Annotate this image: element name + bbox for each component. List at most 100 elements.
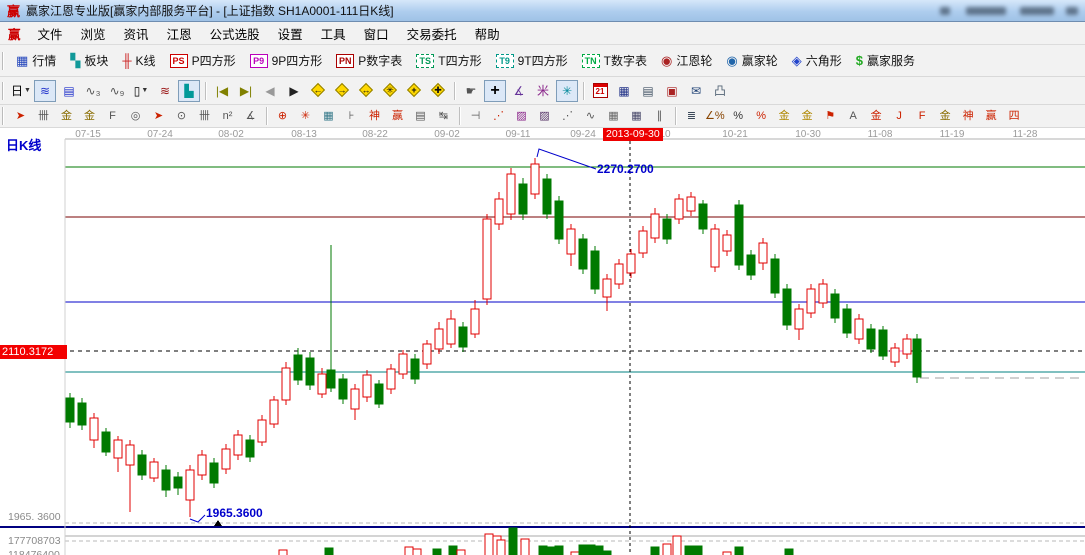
shen-icon[interactable]: 神 bbox=[364, 107, 385, 126]
n2-icon[interactable]: n² bbox=[217, 107, 238, 126]
ying-line-icon[interactable]: 赢 bbox=[981, 107, 1002, 126]
shen-line-icon[interactable]: 神 bbox=[958, 107, 979, 126]
gann-flower-icon[interactable]: 米 bbox=[532, 80, 554, 102]
gold-line2-icon[interactable]: 金 bbox=[935, 107, 956, 126]
kline-chart[interactable] bbox=[0, 128, 1085, 555]
menu-item-浏览[interactable]: 浏览 bbox=[72, 22, 115, 45]
percent-icon[interactable]: % bbox=[728, 107, 749, 126]
kline-button[interactable]: ╫K线 bbox=[115, 49, 162, 73]
compare-lines-icon[interactable]: ≋ bbox=[154, 80, 176, 102]
gann-fan-red-icon[interactable]: ⋰ bbox=[488, 107, 509, 126]
info-doc-icon[interactable]: ▤ bbox=[58, 80, 80, 102]
memo-icon[interactable]: ▤ bbox=[637, 80, 659, 102]
red-marker-icon[interactable]: ➤ bbox=[148, 107, 169, 126]
calculator-icon[interactable]: ▦ bbox=[613, 80, 635, 102]
compress-diamond-icon[interactable]: ✳ bbox=[379, 80, 401, 102]
save-icon[interactable]: ▣ bbox=[661, 80, 683, 102]
hexagon-button[interactable]: ◈六角形 bbox=[785, 49, 849, 73]
percent-angle-icon[interactable]: ∠% bbox=[704, 107, 726, 126]
menu-item-文件[interactable]: 文件 bbox=[29, 22, 72, 45]
si-line-icon[interactable]: 四 bbox=[1004, 107, 1025, 126]
menu-item-工具[interactable]: 工具 bbox=[312, 22, 355, 45]
winner-wheel-button[interactable]: ◉赢家轮 bbox=[719, 49, 784, 73]
print-icon[interactable]: 凸 bbox=[709, 80, 731, 102]
last-bar-icon[interactable]: ▶| bbox=[235, 80, 257, 102]
gold-ring-icon[interactable]: 金 bbox=[774, 107, 795, 126]
toolbar-grip[interactable] bbox=[2, 82, 4, 100]
star-web-icon[interactable]: ✳ bbox=[295, 107, 316, 126]
pulse-mark-icon[interactable]: ⊦ bbox=[341, 107, 362, 126]
span-arrow-icon[interactable]: ↹ bbox=[433, 107, 454, 126]
gold-grid2-icon[interactable]: 金 bbox=[79, 107, 100, 126]
j-line-icon[interactable]: J bbox=[889, 107, 910, 126]
gann-fan-purple-icon[interactable]: ▨ bbox=[511, 107, 532, 126]
gann-box2-icon[interactable]: ▦ bbox=[626, 107, 647, 126]
gold-level-icon[interactable]: 金 bbox=[797, 107, 818, 126]
t9-square-button[interactable]: T99T四方形 bbox=[489, 49, 575, 73]
p-number-button[interactable]: PNP数字表 bbox=[329, 49, 409, 73]
gold-red-icon[interactable]: 金 bbox=[866, 107, 887, 126]
draw-marker-icon[interactable]: ➤ bbox=[10, 107, 31, 126]
winner-service-button[interactable]: $赢家服务 bbox=[849, 49, 922, 73]
first-bar-icon[interactable]: |◀ bbox=[211, 80, 233, 102]
prev-bar-icon[interactable]: ◀ bbox=[259, 80, 281, 102]
target-cross-icon[interactable]: ⊕ bbox=[272, 107, 293, 126]
shrink-left-diamond-icon[interactable]: ← bbox=[307, 80, 329, 102]
calendar-icon[interactable]: 21 bbox=[589, 80, 611, 102]
chart-area[interactable]: 07-1507-2408-0208-1308-2209-0209-1109-24… bbox=[0, 128, 1085, 555]
hand-drag-icon[interactable]: ☛ bbox=[460, 80, 482, 102]
menu-item-设置[interactable]: 设置 bbox=[269, 22, 312, 45]
menu-item-公式选股[interactable]: 公式选股 bbox=[201, 22, 269, 45]
drop-grid-icon[interactable]: ⊣ bbox=[465, 107, 486, 126]
brain-icon[interactable]: ✳ bbox=[556, 80, 578, 102]
percent-red-icon[interactable]: % bbox=[751, 107, 772, 126]
period-day-dropdown[interactable]: 日▼ bbox=[10, 80, 32, 102]
f-grid-icon[interactable]: F bbox=[102, 107, 123, 126]
bars3-icon[interactable]: ∿₃ bbox=[82, 80, 104, 102]
f-line-icon[interactable]: F bbox=[912, 107, 933, 126]
gann-wheel-button[interactable]: ◉江恩轮 bbox=[654, 49, 719, 73]
next-bar-icon[interactable]: ▶ bbox=[283, 80, 305, 102]
toolbar-grip[interactable] bbox=[2, 107, 4, 125]
toolbar-grip[interactable] bbox=[2, 52, 4, 70]
volume-panel-icon[interactable]: ▙ bbox=[178, 80, 200, 102]
menu-item-江恩[interactable]: 江恩 bbox=[158, 22, 201, 45]
gann-box-icon[interactable]: ▦ bbox=[603, 107, 624, 126]
quotes-button[interactable]: ▦行情 bbox=[9, 49, 63, 73]
ruler-123-icon[interactable]: ▤ bbox=[410, 107, 431, 126]
expand-h-diamond-icon[interactable]: ↔ bbox=[355, 80, 377, 102]
parallel-icon[interactable]: ∥ bbox=[649, 107, 670, 126]
angle-tool-icon[interactable]: ∡ bbox=[240, 107, 261, 126]
time-circle-icon[interactable]: ⊙ bbox=[171, 107, 192, 126]
menu-item-窗口[interactable]: 窗口 bbox=[355, 22, 398, 45]
menu-item-帮助[interactable]: 帮助 bbox=[466, 22, 509, 45]
expand-plus-diamond-icon[interactable]: + bbox=[403, 80, 425, 102]
comb2-icon[interactable]: 卌 bbox=[194, 107, 215, 126]
t-square-button[interactable]: TST四方形 bbox=[409, 49, 488, 73]
expand-all-diamond-icon[interactable]: ✚ bbox=[427, 80, 449, 102]
t-number-button[interactable]: TNT数字表 bbox=[575, 49, 654, 73]
timeshare-icon[interactable]: ≋ bbox=[34, 80, 56, 102]
angle-measure-icon[interactable]: ∡ bbox=[508, 80, 530, 102]
trend-fan-icon[interactable]: ⋰ bbox=[557, 107, 578, 126]
shrink-right-diamond-icon[interactable]: → bbox=[331, 80, 353, 102]
menu-item-交易委托[interactable]: 交易委托 bbox=[398, 22, 466, 45]
bars9-icon[interactable]: ∿₉ bbox=[106, 80, 128, 102]
crosshair-icon[interactable]: + bbox=[484, 80, 506, 102]
ying-icon[interactable]: 赢 bbox=[387, 107, 408, 126]
p-square-button[interactable]: PSP四方形 bbox=[163, 49, 243, 73]
p9-square-button[interactable]: P99P四方形 bbox=[243, 49, 330, 73]
mail-icon[interactable]: ✉ bbox=[685, 80, 707, 102]
grid-comb-icon[interactable]: 卌 bbox=[33, 107, 54, 126]
menu-item-资讯[interactable]: 资讯 bbox=[115, 22, 158, 45]
wave-abc-icon[interactable]: A bbox=[843, 107, 864, 126]
stat-columns-icon[interactable]: ≣ bbox=[681, 107, 702, 126]
gann-fan-dark-icon[interactable]: ▨ bbox=[534, 107, 555, 126]
gold-grid-icon[interactable]: 金 bbox=[56, 107, 77, 126]
sectors-button[interactable]: ▚板块 bbox=[63, 49, 115, 73]
zigzag-icon[interactable]: ∿ bbox=[580, 107, 601, 126]
red-flag-icon[interactable]: ⚑ bbox=[820, 107, 841, 126]
web-grid-icon[interactable]: ▦ bbox=[318, 107, 339, 126]
candle-style-dropdown[interactable]: ▯▼ bbox=[130, 80, 152, 102]
spiral-icon[interactable]: ◎ bbox=[125, 107, 146, 126]
